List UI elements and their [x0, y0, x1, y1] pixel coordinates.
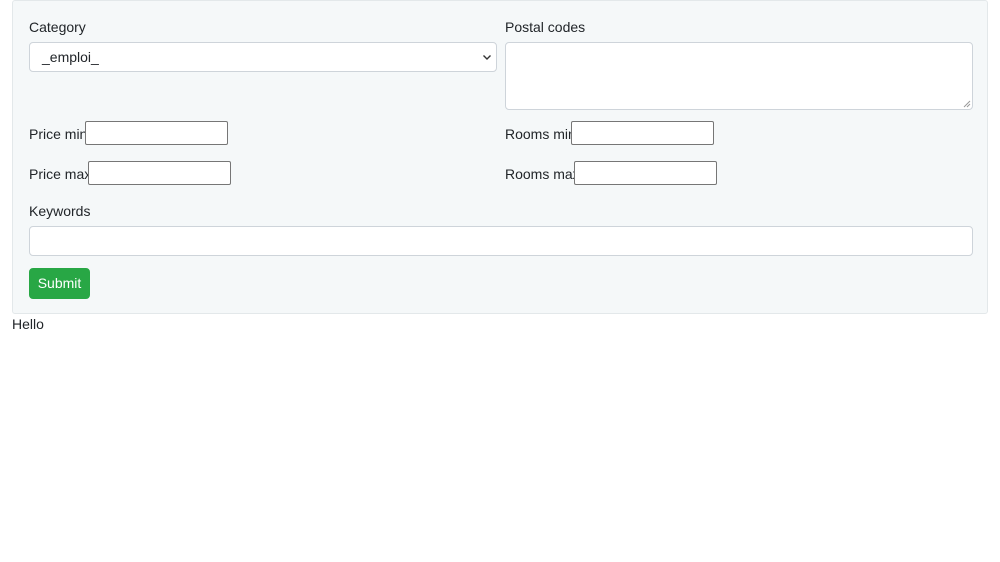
submit-button[interactable]: Submit — [29, 268, 90, 299]
rooms-min-label: Rooms min — [505, 126, 576, 142]
rooms-min-input[interactable] — [571, 121, 714, 145]
postal-codes-textarea[interactable] — [505, 42, 973, 110]
category-label: Category — [29, 19, 86, 35]
chevron-down-icon — [483, 55, 491, 60]
keywords-input[interactable] — [29, 226, 973, 256]
price-min-label: Price min — [29, 126, 88, 142]
footer-text: Hello — [12, 316, 44, 332]
price-min-input[interactable] — [85, 121, 228, 145]
category-select-value: _emploi_ — [42, 49, 99, 65]
category-select[interactable]: _emploi_ — [29, 42, 497, 72]
search-form-panel: Category _emploi_ Postal codes Price min… — [12, 0, 988, 314]
rooms-max-input[interactable] — [574, 161, 717, 185]
price-max-input[interactable] — [88, 161, 231, 185]
postal-codes-label: Postal codes — [505, 19, 586, 35]
resize-grip-icon[interactable] — [963, 100, 971, 108]
keywords-label: Keywords — [29, 203, 91, 219]
price-max-label: Price max — [29, 166, 92, 182]
rooms-max-label: Rooms max — [505, 166, 580, 182]
